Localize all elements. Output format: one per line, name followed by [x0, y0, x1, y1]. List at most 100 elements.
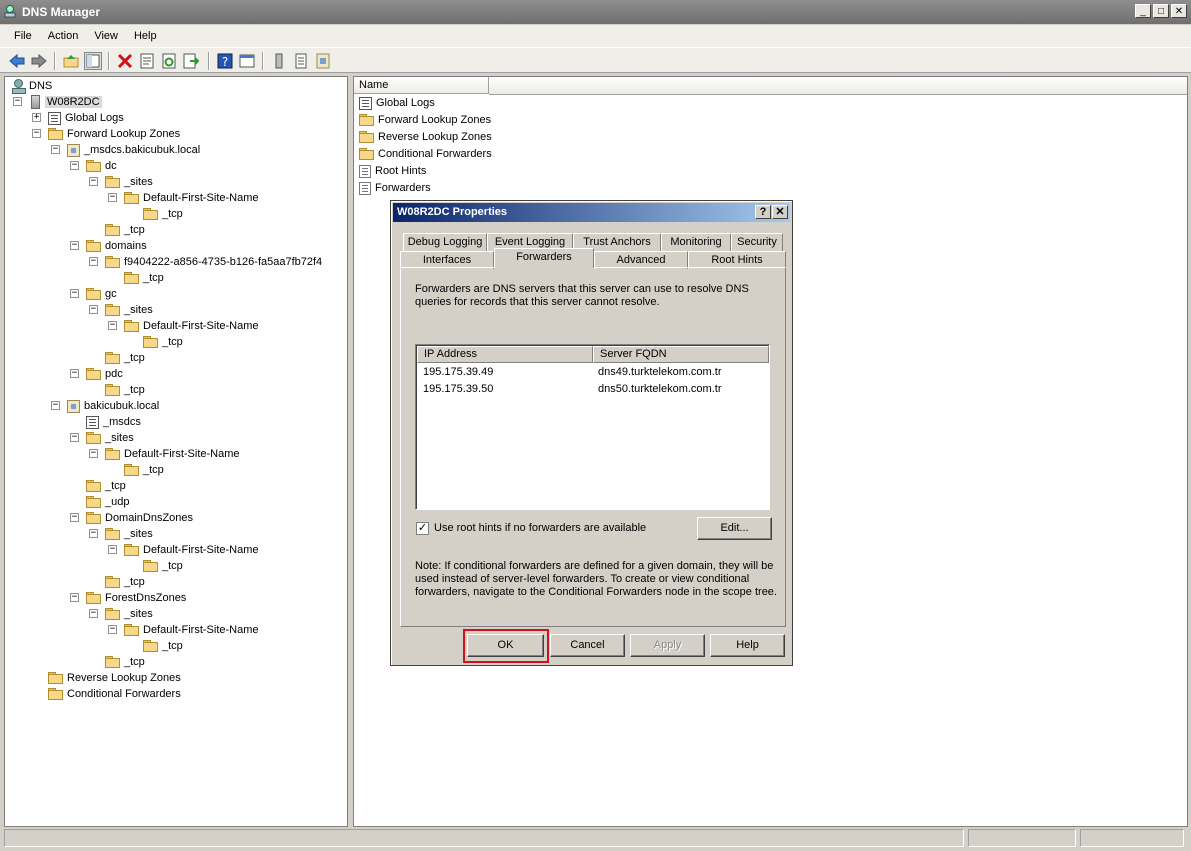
tree-node-default-site[interactable]: Default-First-Site-Name [124, 542, 259, 558]
tree-node-tcp[interactable]: _tcp [143, 638, 183, 654]
help-button[interactable]: Help [710, 634, 785, 657]
list-item[interactable]: Conditional Forwarders [359, 146, 492, 162]
list-item[interactable]: Forward Lookup Zones [359, 112, 491, 128]
tree-node-default-site[interactable]: Default-First-Site-Name [105, 446, 240, 462]
tree-expander[interactable]: − [89, 529, 98, 538]
tree-expander[interactable]: − [13, 97, 22, 106]
tree-node-tcp[interactable]: _tcp [86, 478, 126, 494]
tree-node-domains[interactable]: domains [86, 238, 147, 254]
help-icon[interactable]: ? [216, 52, 234, 70]
zone-file-icon[interactable] [314, 52, 332, 70]
refresh-icon[interactable] [160, 52, 178, 70]
tree-node-global-logs[interactable]: Global Logs [48, 110, 124, 126]
tree-expander[interactable]: − [70, 513, 79, 522]
column-header-server-fqdn[interactable]: Server FQDN [593, 346, 769, 363]
menu-help[interactable]: Help [126, 30, 165, 42]
delete-icon[interactable] [116, 52, 134, 70]
tree-node-sites[interactable]: _sites [86, 430, 134, 446]
forwarder-ip[interactable]: 195.175.39.49 [423, 366, 493, 378]
tab-forwarders[interactable]: Forwarders [494, 248, 594, 268]
tab-monitoring[interactable]: Monitoring [661, 233, 731, 251]
tree-node-domaindnszones[interactable]: DomainDnsZones [86, 510, 193, 526]
list-item[interactable]: Forwarders [359, 180, 431, 196]
tree-node-tcp[interactable]: _tcp [105, 222, 145, 238]
tree-expander[interactable]: − [51, 401, 60, 410]
forward-arrow-icon[interactable] [30, 52, 48, 70]
tree-expander[interactable]: − [108, 545, 117, 554]
menu-view[interactable]: View [86, 30, 126, 42]
show-hide-tree-icon[interactable] [84, 52, 102, 70]
tree-node-sites[interactable]: _sites [105, 174, 153, 190]
scope-tree[interactable]: DNS − W08R2DC + Global Logs − Forward Lo… [4, 76, 348, 827]
tree-expander[interactable]: + [32, 113, 41, 122]
forwarder-fqdn[interactable]: dns49.turktelekom.com.tr [598, 366, 722, 378]
tree-node-bakicubuk-zone[interactable]: bakicubuk.local [67, 398, 159, 414]
tree-node-reverse-lookup-zones[interactable]: Reverse Lookup Zones [48, 670, 181, 686]
column-header-ip-address[interactable]: IP Address [417, 346, 593, 363]
tree-node-tcp[interactable]: _tcp [143, 206, 183, 222]
show-hide-console-icon[interactable] [238, 52, 256, 70]
tree-node-forestdnszones[interactable]: ForestDnsZones [86, 590, 186, 606]
tree-node-default-site[interactable]: Default-First-Site-Name [124, 190, 259, 206]
up-folder-icon[interactable] [62, 52, 80, 70]
tree-node-pdc[interactable]: pdc [86, 366, 123, 382]
list-item[interactable]: Reverse Lookup Zones [359, 129, 492, 145]
tree-expander[interactable]: − [108, 321, 117, 330]
tree-node-tcp[interactable]: _tcp [124, 270, 164, 286]
tree-expander[interactable]: − [89, 609, 98, 618]
tree-expander[interactable]: − [51, 145, 60, 154]
list-item[interactable]: Root Hints [359, 163, 426, 179]
tree-node-default-site[interactable]: Default-First-Site-Name [124, 622, 259, 638]
tree-node-sites[interactable]: _sites [105, 606, 153, 622]
menu-file[interactable]: File [6, 30, 40, 42]
tree-node-tcp[interactable]: _tcp [143, 334, 183, 350]
forwarders-list[interactable]: IP Address Server FQDN 195.175.39.49 dns… [415, 344, 770, 510]
tree-expander[interactable]: − [89, 257, 98, 266]
tree-node-dc[interactable]: dc [86, 158, 117, 174]
tree-expander[interactable]: − [108, 625, 117, 634]
tree-expander[interactable]: − [70, 241, 79, 250]
cancel-button[interactable]: Cancel [550, 634, 625, 657]
list-item[interactable]: Global Logs [359, 95, 435, 111]
properties-icon[interactable] [138, 52, 156, 70]
tree-node-conditional-forwarders[interactable]: Conditional Forwarders [48, 686, 181, 702]
tree-node-udp[interactable]: _udp [86, 494, 129, 510]
record-list-icon[interactable] [292, 52, 310, 70]
tab-security[interactable]: Security [731, 233, 783, 251]
tree-node-gc[interactable]: gc [86, 286, 117, 302]
column-header-name[interactable]: Name [354, 77, 489, 94]
tree-expander[interactable]: − [89, 177, 98, 186]
forwarder-fqdn[interactable]: dns50.turktelekom.com.tr [598, 383, 722, 395]
tab-debug-logging[interactable]: Debug Logging [403, 233, 487, 251]
tree-node-default-site[interactable]: Default-First-Site-Name [124, 318, 259, 334]
server-icon[interactable] [270, 52, 288, 70]
use-root-hints-checkbox[interactable]: ✓ [416, 522, 429, 535]
tree-expander[interactable]: − [70, 161, 79, 170]
tree-expander[interactable]: − [89, 305, 98, 314]
tree-node-tcp[interactable]: _tcp [105, 350, 145, 366]
tree-expander[interactable]: − [70, 289, 79, 298]
back-arrow-icon[interactable] [8, 52, 26, 70]
export-list-icon[interactable] [182, 52, 200, 70]
tree-expander[interactable]: − [70, 433, 79, 442]
forwarder-ip[interactable]: 195.175.39.50 [423, 383, 493, 395]
minimize-button[interactable]: _ [1135, 4, 1151, 18]
tree-expander[interactable]: − [32, 129, 41, 138]
maximize-button[interactable]: □ [1153, 4, 1169, 18]
close-button[interactable]: ✕ [1171, 4, 1187, 18]
ok-button[interactable]: OK [467, 634, 544, 657]
tree-node-server[interactable]: W08R2DC [31, 94, 102, 110]
tree-node-sites[interactable]: _sites [105, 302, 153, 318]
tree-node-tcp[interactable]: _tcp [124, 462, 164, 478]
apply-button[interactable]: Apply [630, 634, 705, 657]
dialog-help-button[interactable]: ? [755, 205, 771, 219]
tree-node-tcp[interactable]: _tcp [105, 654, 145, 670]
tree-node-domain-guid[interactable]: f9404222-a856-4735-b126-fa5aa7fb72f4 [105, 254, 322, 270]
tree-node-msdcs-zone[interactable]: _msdcs.bakicubuk.local [67, 142, 200, 158]
tree-node-sites[interactable]: _sites [105, 526, 153, 542]
menu-action[interactable]: Action [40, 30, 87, 42]
tree-expander[interactable]: − [89, 449, 98, 458]
tree-expander[interactable]: − [70, 369, 79, 378]
tree-node-forward-lookup-zones[interactable]: Forward Lookup Zones [48, 126, 180, 142]
tree-expander[interactable]: − [70, 593, 79, 602]
